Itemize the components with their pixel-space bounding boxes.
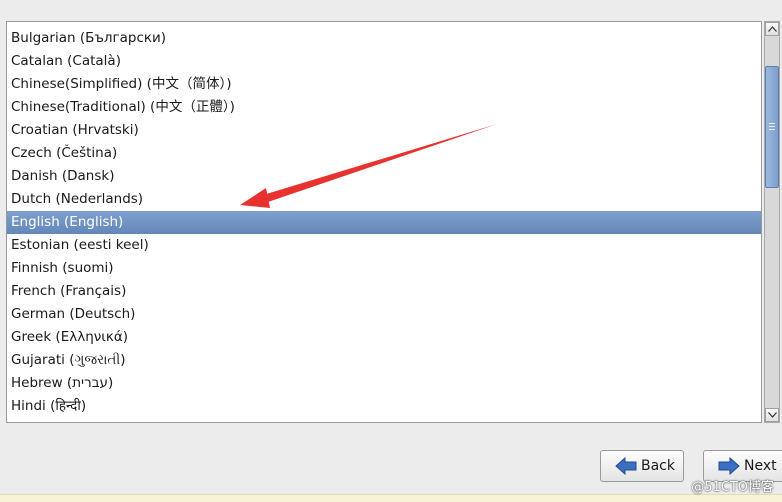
language-list-item[interactable]: French (Français) — [7, 280, 761, 303]
language-list-item[interactable]: Croatian (Hrvatski) — [7, 119, 761, 142]
language-list-item[interactable]: Greek (Ελληνικά) — [7, 326, 761, 349]
language-list-item[interactable]: Gujarati (ગુજરાતી) — [7, 349, 761, 372]
language-list-item[interactable]: Hebrew (עברית) — [7, 372, 761, 395]
bottom-status-strip — [0, 494, 782, 502]
scroll-thumb-grip — [769, 123, 775, 132]
next-arrow-icon — [718, 457, 740, 475]
language-list-item[interactable]: Bulgarian (Български) — [7, 27, 761, 50]
language-list[interactable]: Bulgarian (Български) Catalan (Català) Chi… — [7, 27, 761, 418]
language-selection-screen: Bulgarian (Български) Catalan (Català) Chi… — [0, 0, 782, 502]
chevron-down-icon — [768, 412, 777, 418]
scroll-thumb[interactable] — [765, 66, 779, 188]
language-list-item-selected[interactable]: English (English) — [7, 211, 761, 234]
language-list-item[interactable]: Estonian (eesti keel) — [7, 234, 761, 257]
language-list-item[interactable]: Chinese(Simplified) (中文（简体）) — [7, 73, 761, 96]
back-button[interactable]: Back — [600, 450, 684, 482]
language-list-item[interactable]: Catalan (Català) — [7, 50, 761, 73]
scroll-down-button[interactable] — [765, 408, 779, 422]
next-button-label: Next — [744, 458, 777, 474]
language-list-item[interactable]: Hindi (हिन्दी) — [7, 395, 761, 418]
language-list-item[interactable]: Chinese(Traditional) (中文（正體）) — [7, 96, 761, 119]
language-list-item[interactable]: Dutch (Nederlands) — [7, 188, 761, 211]
language-list-item[interactable]: Czech (Čeština) — [7, 142, 761, 165]
vertical-scrollbar[interactable] — [764, 21, 780, 423]
watermark: @51CTO博客 — [691, 480, 774, 495]
scroll-up-button[interactable] — [765, 22, 779, 36]
back-arrow-icon — [615, 457, 637, 475]
language-list-item[interactable]: Danish (Dansk) — [7, 165, 761, 188]
language-list-item[interactable]: Finnish (suomi) — [7, 257, 761, 280]
language-list-box[interactable]: Bulgarian (Български) Catalan (Català) Chi… — [6, 21, 762, 423]
chevron-up-icon — [768, 26, 777, 32]
language-list-item[interactable]: German (Deutsch) — [7, 303, 761, 326]
back-button-label: Back — [641, 458, 675, 474]
